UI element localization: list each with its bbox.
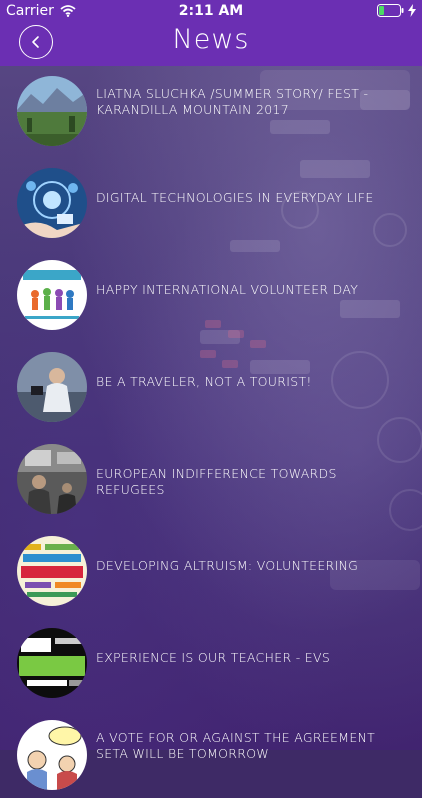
traveler-photo-image [17, 352, 87, 422]
mountain-landscape-image [17, 76, 87, 146]
news-title: A VOTE FOR OR AGAINST THE AGREEMENT SETA… [96, 730, 376, 761]
refugees-photo-image [17, 444, 87, 514]
cartoon-vote-image [17, 720, 87, 790]
volunteer-word-cloud-image [17, 536, 87, 606]
news-item[interactable]: HAPPY INTERNATIONAL VOLUNTEER DAY [0, 250, 422, 338]
news-title: HAPPY INTERNATIONAL VOLUNTEER DAY [96, 282, 359, 297]
status-time: 2:11 AM [178, 3, 244, 19]
news-title: LIATNA SLUCHKA /SUMMER STORY/ FEST - KAR… [96, 86, 369, 117]
news-thumbnail [17, 444, 87, 514]
news-item[interactable]: EUROPEAN INDIFFERENCE TOWARDS REFUGEES [0, 434, 422, 522]
news-item[interactable]: EXPERIENCE IS OUR TEACHER - EVS [0, 618, 422, 706]
news-title: BE A TRAVELER, NOT A TOURIST! [96, 374, 312, 389]
charging-bolt-icon [408, 4, 416, 17]
life-change-words-image [17, 628, 87, 698]
news-item[interactable]: LIATNA SLUCHKA /SUMMER STORY/ FEST - KAR… [0, 66, 422, 154]
news-title: EXPERIENCE IS OUR TEACHER - EVS [96, 650, 331, 665]
status-bar: Carrier 2:11 AM [0, 0, 422, 22]
news-thumbnail [17, 628, 87, 698]
news-title: EUROPEAN INDIFFERENCE TOWARDS REFUGEES [96, 466, 337, 497]
news-item[interactable]: DEVELOPING ALTRUISM: VOLUNTEERING [0, 526, 422, 614]
news-thumbnail [17, 536, 87, 606]
news-item[interactable]: A VOTE FOR OR AGAINST THE AGREEMENT SETA… [0, 710, 422, 798]
page-title: News [172, 24, 250, 55]
news-thumbnail [17, 168, 87, 238]
battery-icon [377, 4, 404, 17]
volunteers-logo-image [17, 260, 87, 330]
news-item[interactable]: DIGITAL TECHNOLOGIES IN EVERYDAY LIFE [0, 158, 422, 246]
news-thumbnail [17, 720, 87, 790]
news-title: DEVELOPING ALTRUISM: VOLUNTEERING [96, 558, 359, 573]
digital-tech-image [17, 168, 87, 238]
news-thumbnail [17, 260, 87, 330]
news-thumbnail [17, 76, 87, 146]
news-item[interactable]: BE A TRAVELER, NOT A TOURIST! [0, 342, 422, 430]
nav-bar: News [0, 22, 422, 66]
news-title: DIGITAL TECHNOLOGIES IN EVERYDAY LIFE [96, 190, 374, 205]
news-thumbnail [17, 352, 87, 422]
status-right [377, 4, 416, 17]
